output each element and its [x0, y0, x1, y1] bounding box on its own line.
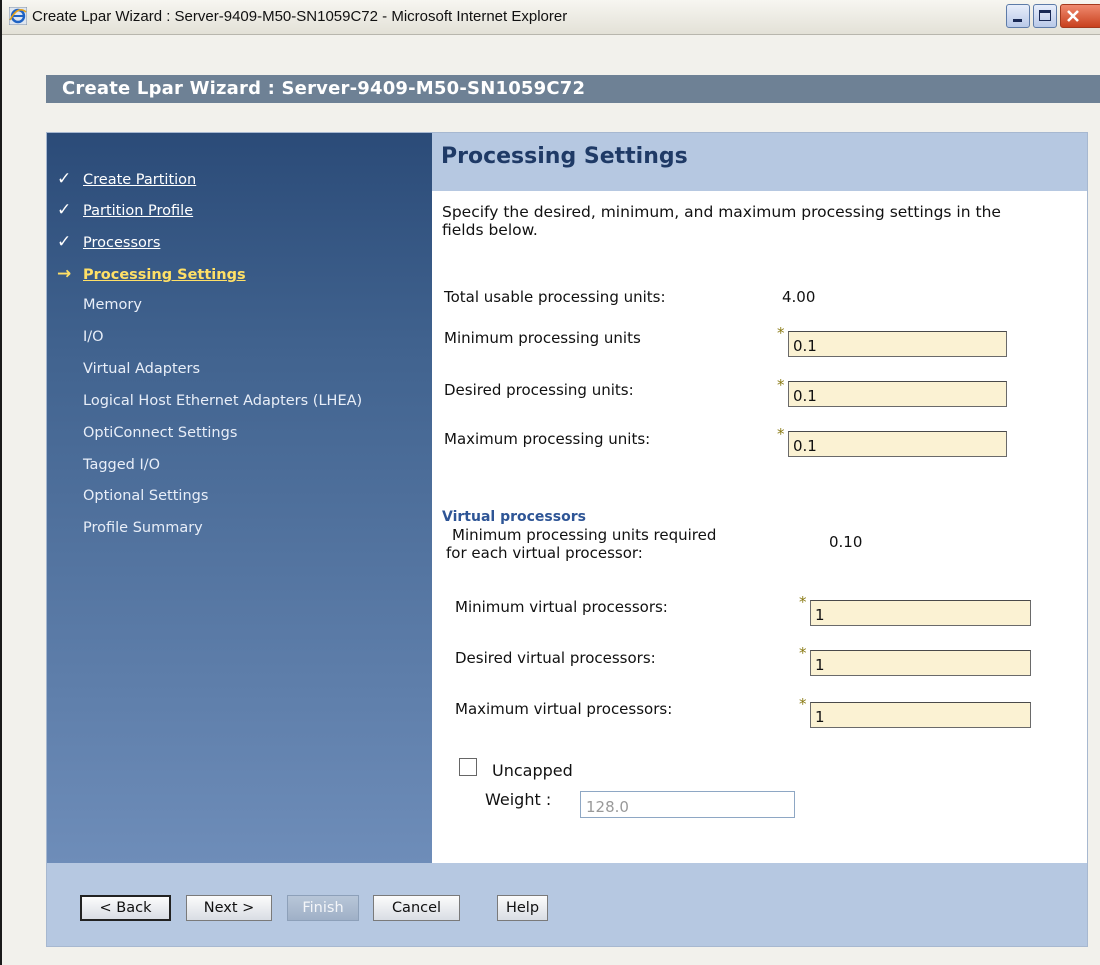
back-button[interactable]: < Back: [80, 895, 171, 921]
browser-window: Create Lpar Wizard : Server-9409-M50-SN1…: [0, 0, 1100, 965]
required-icon: *: [799, 695, 807, 713]
cancel-button[interactable]: Cancel: [373, 895, 460, 921]
required-icon: *: [799, 644, 807, 662]
nav-step-opticonnect: OptiConnect Settings: [83, 425, 238, 441]
nav-step-label: Processors: [83, 235, 161, 251]
nav-step-tagged-io: Tagged I/O: [83, 457, 161, 473]
content-pane: Processing Settings Specify the desired,…: [432, 133, 1087, 863]
min-units-input[interactable]: 0.1: [788, 331, 1007, 357]
checkmark-icon: ✓: [57, 200, 72, 220]
required-icon: *: [799, 593, 807, 611]
uncapped-label: Uncapped: [492, 761, 573, 780]
max-units-input[interactable]: 0.1: [788, 431, 1007, 457]
required-icon: *: [777, 324, 785, 342]
nav-step-optional-settings: Optional Settings: [83, 488, 209, 504]
help-button[interactable]: Help: [497, 895, 548, 921]
minimize-button[interactable]: [1006, 4, 1030, 28]
wizard-title: Create Lpar Wizard : Server-9409-M50-SN1…: [62, 78, 586, 99]
max-vp-label: Maximum virtual processors:: [455, 700, 673, 718]
per-vp-label-line1: Minimum processing units required: [452, 526, 717, 544]
nav-step-virtual-adapters: Virtual Adapters: [83, 361, 201, 377]
intro-text: Specify the desired, minimum, and maximu…: [442, 203, 1001, 239]
nav-step-create-partition[interactable]: ✓ Create Partition: [57, 169, 196, 193]
wizard-steps-nav: ✓ Create Partition ✓ Partition Profile ✓ Pr…: [47, 133, 432, 863]
nav-step-partition-profile[interactable]: ✓ Partition Profile: [57, 200, 193, 224]
page-title: Processing Settings: [441, 144, 688, 169]
max-vp-input[interactable]: 1: [810, 702, 1031, 728]
nav-step-label: Partition Profile: [83, 203, 194, 219]
wizard-frame: ✓ Create Partition ✓ Partition Profile ✓ Pr…: [46, 132, 1088, 947]
finish-button[interactable]: Finish: [287, 895, 359, 921]
content-header: Processing Settings: [432, 133, 1087, 191]
desired-units-label: Desired processing units:: [444, 381, 634, 399]
desired-vp-input[interactable]: 1: [810, 650, 1031, 676]
nav-step-memory: Memory: [83, 297, 142, 313]
desired-vp-label: Desired virtual processors:: [455, 649, 656, 667]
required-icon: *: [777, 376, 785, 394]
min-vp-label: Minimum virtual processors:: [455, 598, 668, 616]
ie-icon: [9, 7, 27, 25]
min-units-label: Minimum processing units: [444, 329, 641, 347]
close-button[interactable]: [1060, 4, 1100, 28]
title-bar: Create Lpar Wizard : Server-9409-M50-SN1…: [2, 0, 1100, 35]
next-button[interactable]: Next >: [186, 895, 272, 921]
nav-step-label: Processing Settings: [83, 267, 246, 283]
close-icon: [1067, 10, 1079, 22]
maximize-button[interactable]: [1033, 4, 1057, 28]
min-vp-input[interactable]: 1: [810, 600, 1031, 626]
checkmark-icon: ✓: [57, 169, 72, 189]
window-title: Create Lpar Wizard : Server-9409-M50-SN1…: [32, 8, 568, 25]
nav-step-lhea: Logical Host Ethernet Adapters (LHEA): [83, 393, 363, 409]
minimize-icon: [1013, 19, 1022, 22]
nav-step-io: I/O: [83, 329, 104, 345]
per-vp-label-line2: for each virtual processor:: [446, 544, 643, 562]
wizard-footer: < Back Next > Finish Cancel Help: [47, 863, 1087, 946]
total-units-label: Total usable processing units:: [444, 288, 666, 306]
max-units-label: Maximum processing units:: [444, 430, 651, 448]
desired-units-input[interactable]: 0.1: [788, 381, 1007, 407]
checkmark-icon: ✓: [57, 232, 72, 252]
maximize-icon: [1039, 10, 1051, 21]
total-units-value: 4.00: [782, 288, 816, 306]
weight-label: Weight :: [485, 790, 552, 809]
per-vp-value: 0.10: [829, 533, 863, 551]
nav-step-processors[interactable]: ✓ Processors: [57, 232, 160, 256]
weight-input[interactable]: 128.0: [580, 791, 795, 818]
uncapped-checkbox[interactable]: [459, 758, 477, 776]
arrow-right-icon: →: [57, 264, 72, 284]
required-icon: *: [777, 425, 785, 443]
nav-step-label: Create Partition: [83, 172, 197, 188]
nav-step-processing-settings[interactable]: → Processing Settings: [57, 264, 246, 288]
wizard-header: Create Lpar Wizard : Server-9409-M50-SN1…: [46, 75, 1100, 103]
virtual-processors-heading: Virtual processors: [442, 509, 586, 525]
nav-step-profile-summary: Profile Summary: [83, 520, 203, 536]
